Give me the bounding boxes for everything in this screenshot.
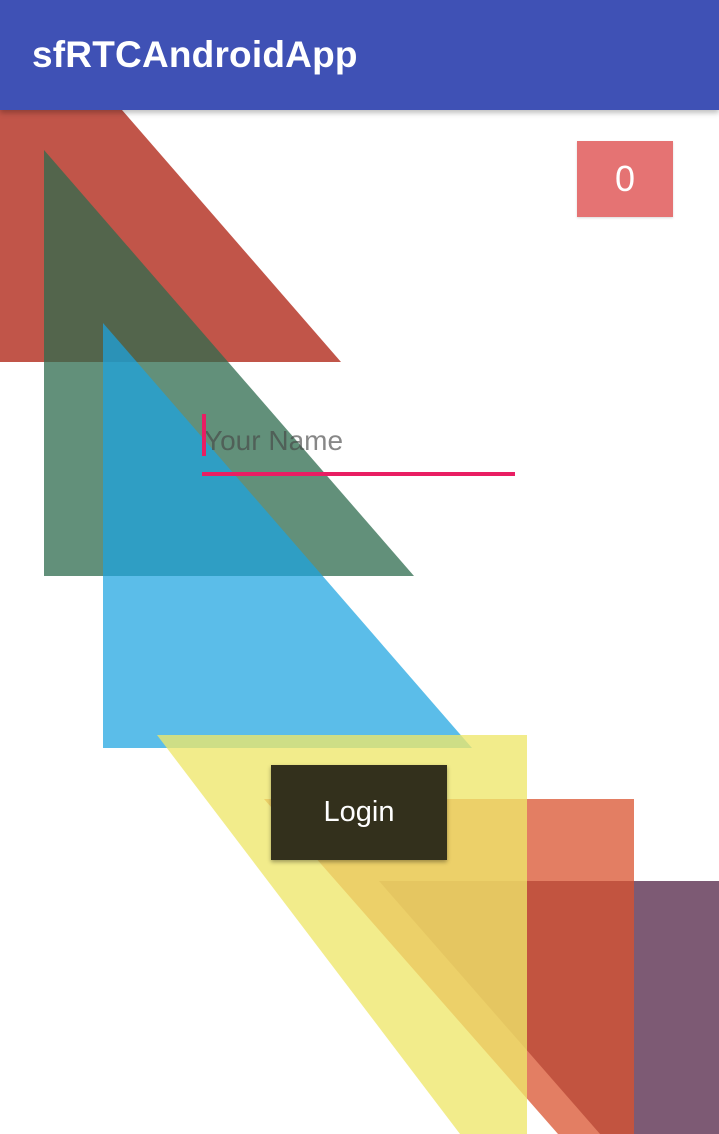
login-screen: sfRTCAndroidApp 0 Login xyxy=(0,0,719,1134)
name-input-underline xyxy=(202,472,515,476)
app-bar: sfRTCAndroidApp xyxy=(0,0,719,110)
name-input[interactable] xyxy=(202,418,517,464)
text-cursor xyxy=(202,414,206,456)
counter-badge: 0 xyxy=(577,141,673,217)
blue-triangle xyxy=(103,323,472,748)
app-title: sfRTCAndroidApp xyxy=(32,34,358,75)
login-button[interactable]: Login xyxy=(271,765,447,860)
name-field xyxy=(202,410,517,478)
